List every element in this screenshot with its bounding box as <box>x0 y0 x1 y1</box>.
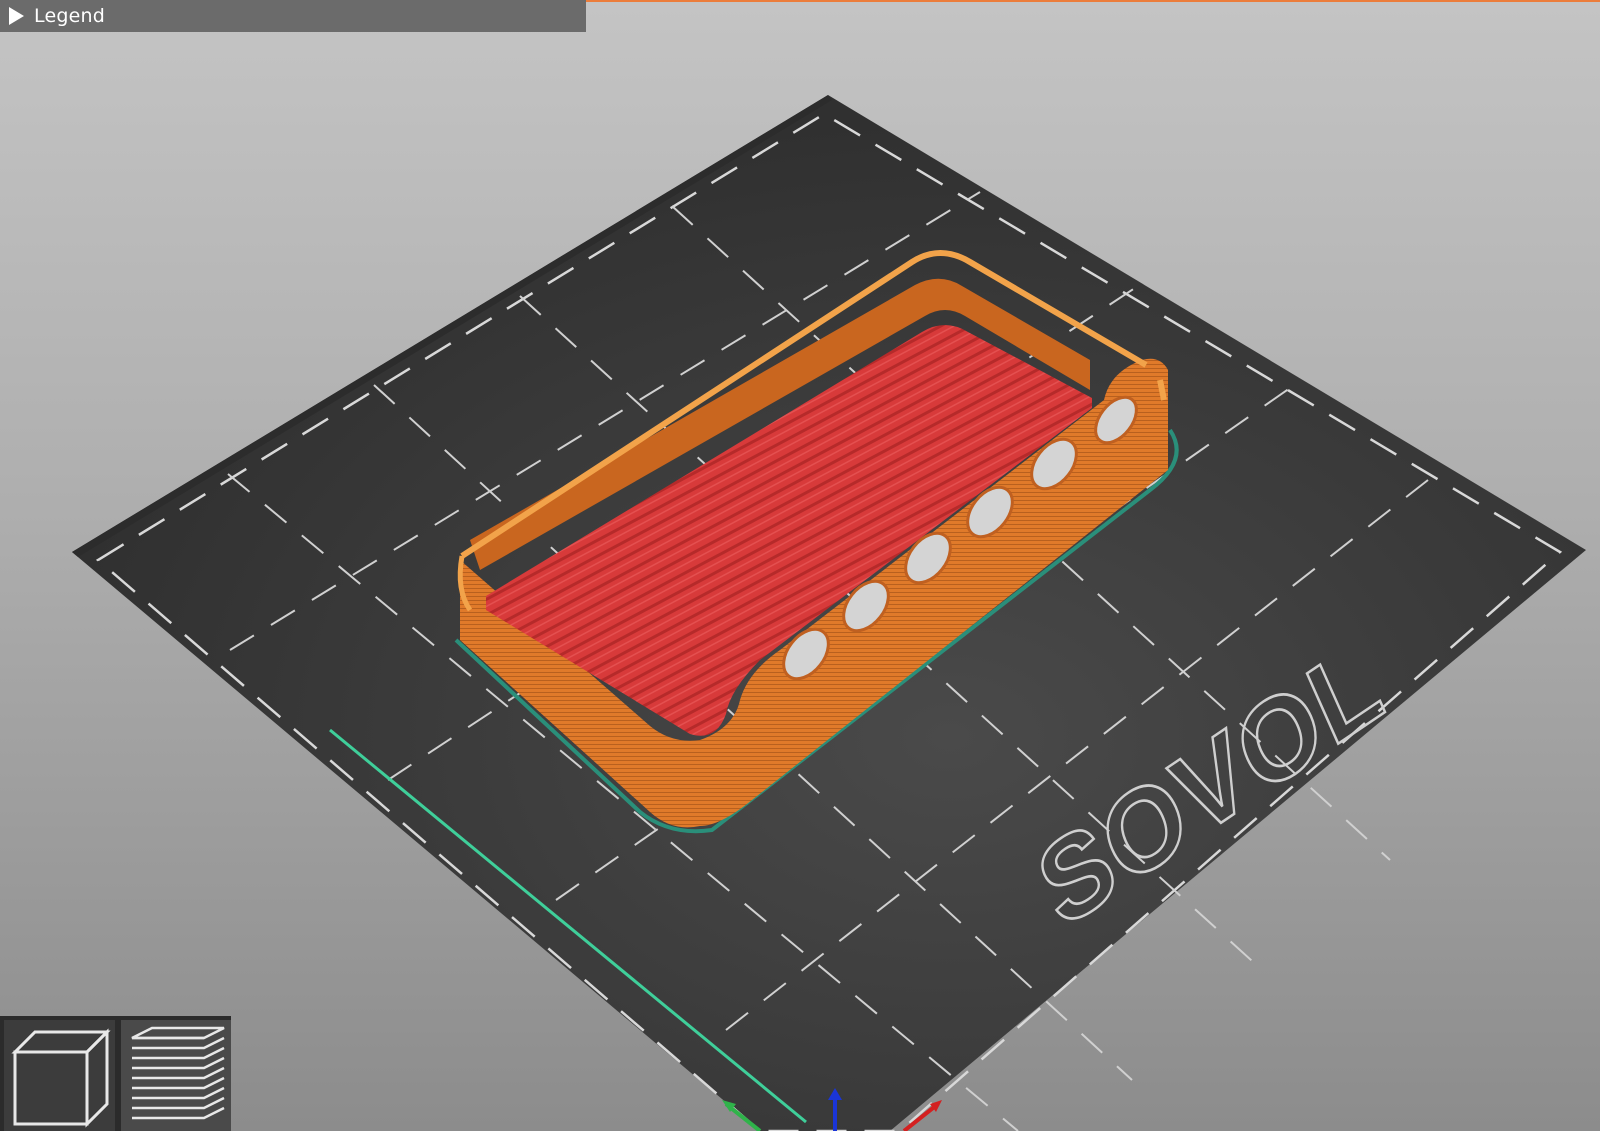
view-mode-toolbar <box>0 1016 231 1131</box>
3d-cube-icon <box>11 1027 111 1128</box>
legend-header[interactable]: Legend <box>0 0 586 32</box>
legend-label: Legend <box>34 5 105 27</box>
layers-icon <box>131 1026 225 1119</box>
expand-arrow-icon <box>9 7 24 25</box>
3d-viewport[interactable]: SOVOL <box>0 0 1600 1131</box>
3d-view-button[interactable] <box>4 1020 115 1131</box>
preview-layers-button[interactable] <box>120 1020 231 1131</box>
